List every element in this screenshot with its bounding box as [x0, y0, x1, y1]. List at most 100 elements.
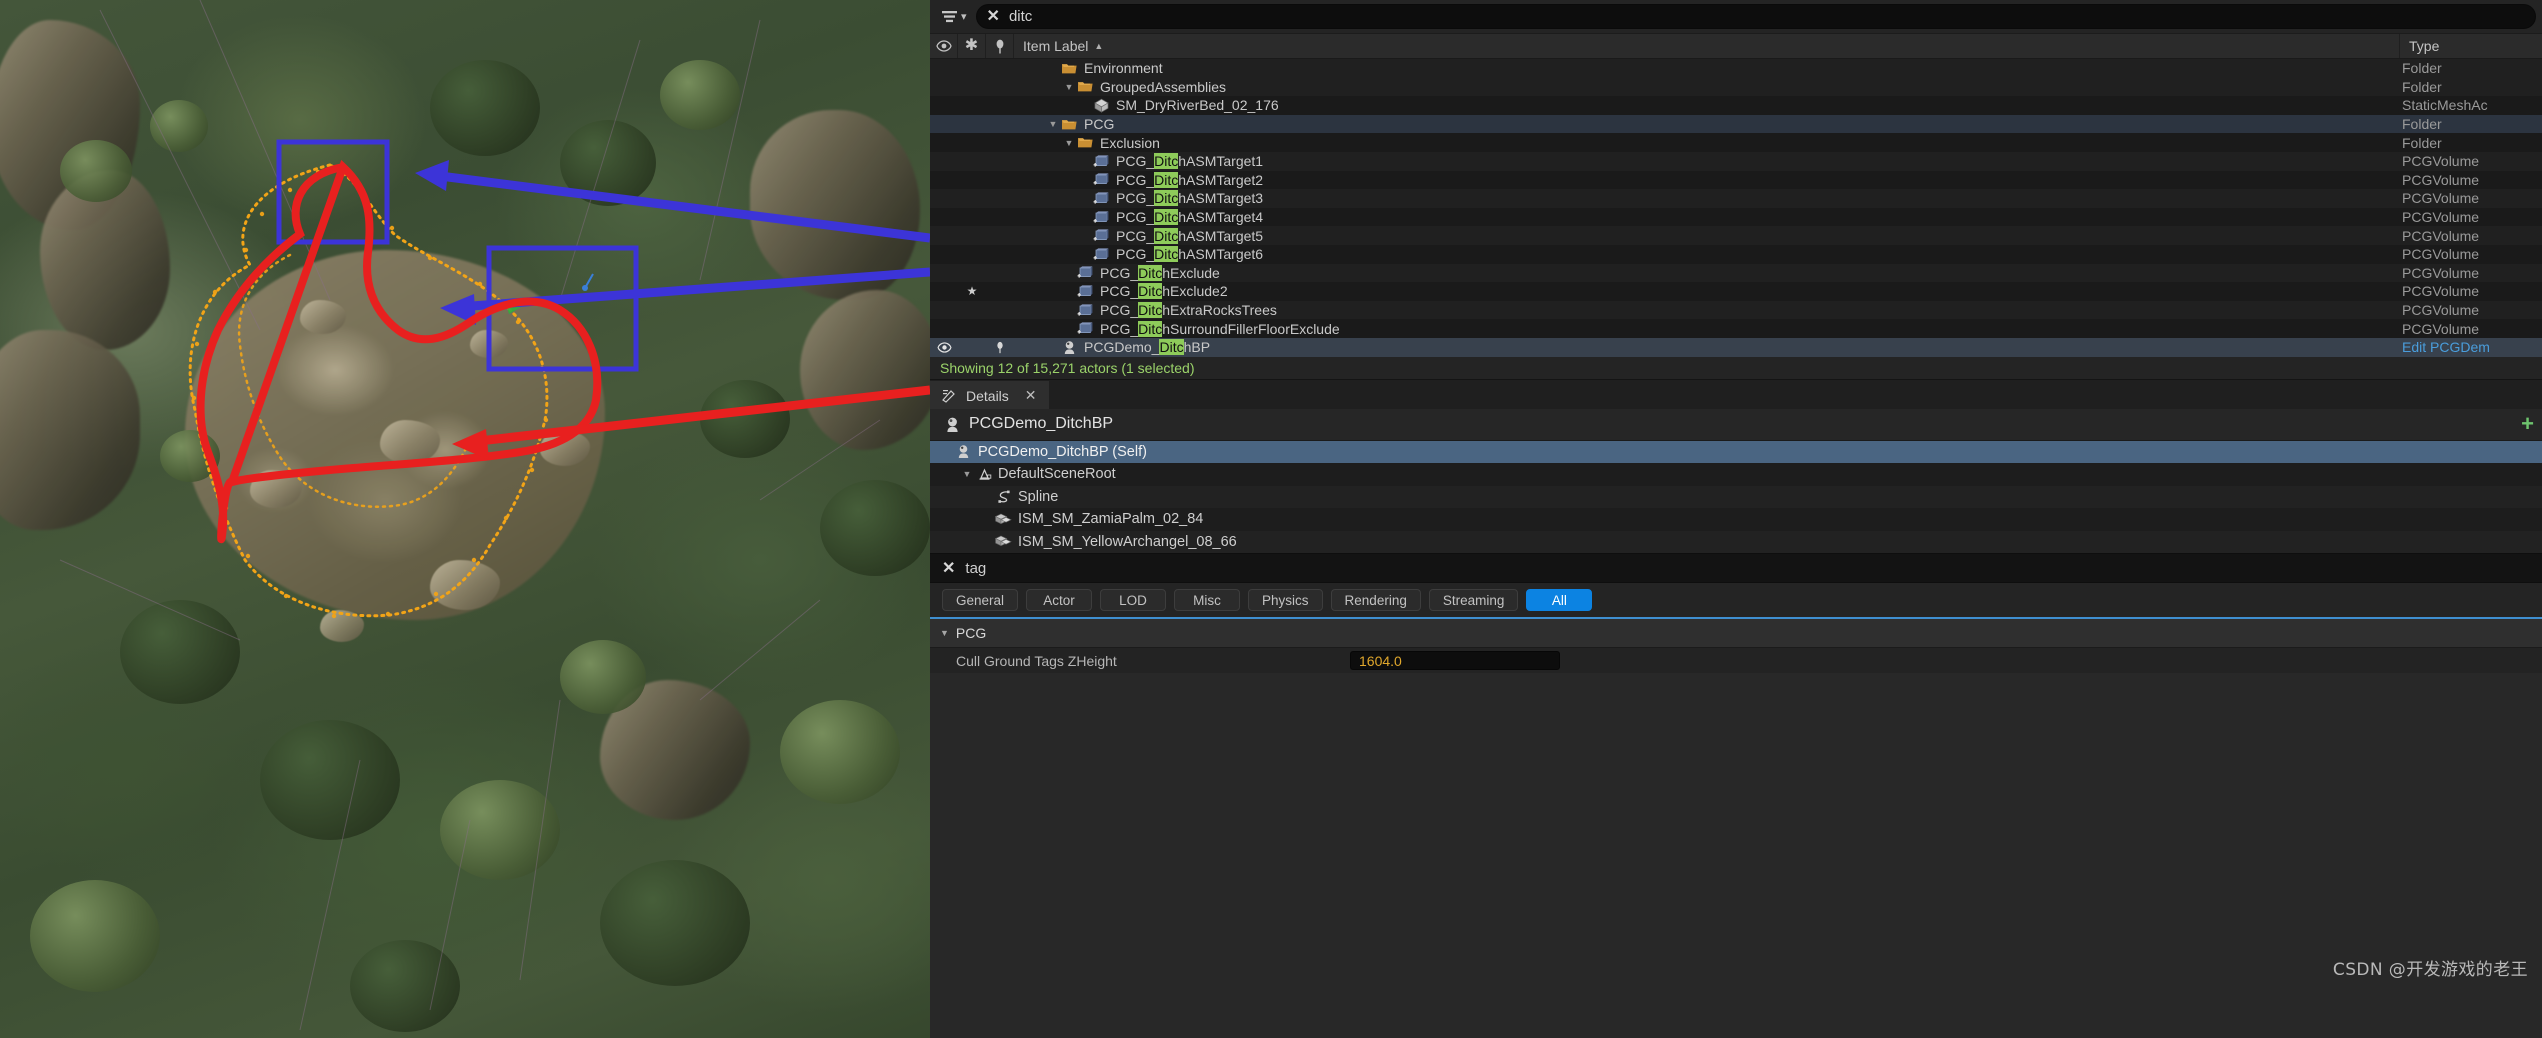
cliff-rock — [800, 290, 930, 450]
row-label-cell[interactable]: ▼PCG_DitchASMTarget1 — [1014, 153, 2400, 170]
filter-tab-physics[interactable]: Physics — [1248, 589, 1323, 611]
clear-search-icon[interactable]: ✕ — [987, 8, 1000, 25]
row-label-cell[interactable]: ▼PCG_DitchASMTarget3 — [1014, 190, 2400, 207]
table-row[interactable]: ▼ Exclusion Folder — [930, 133, 2542, 152]
tree-canopy — [30, 880, 160, 992]
expand-collapse-icon[interactable]: ▼ — [960, 469, 974, 479]
table-row[interactable]: ▼PCG_DitchASMTarget3PCGVolume — [930, 189, 2542, 208]
blueprint-icon — [1060, 340, 1079, 355]
table-row[interactable]: ▼SM_DryRiverBed_02_176StaticMeshAc — [930, 96, 2542, 115]
filter-tab-streaming[interactable]: Streaming — [1428, 589, 1519, 611]
row-label-text: PCG_DitchSurroundFillerFloorExclude — [1100, 320, 1340, 337]
filter-tab-all[interactable]: All — [1526, 589, 1593, 611]
folder-icon — [1060, 117, 1079, 132]
ism-icon — [994, 512, 1013, 527]
table-row[interactable]: ▼PCG_DitchASMTarget6PCGVolume — [930, 244, 2542, 264]
filter-tab-misc[interactable]: Misc — [1174, 589, 1241, 611]
row-type-cell[interactable]: Edit PCGDem — [2400, 339, 2542, 355]
tree-canopy — [600, 860, 750, 986]
clear-details-search-icon[interactable]: ✕ — [942, 558, 955, 578]
row-label-cell[interactable]: ▼ Exclusion — [1014, 135, 2400, 151]
list-item-label: Spline — [1018, 488, 1059, 505]
tree-canopy — [560, 640, 646, 714]
tab-details[interactable]: Details ✕ — [930, 380, 1049, 409]
row-label-cell[interactable]: ▼PCG_DitchExtraRocksTrees — [1014, 302, 2400, 319]
details-object-name: PCGDemo_DitchBP — [969, 415, 1114, 432]
filter-icon — [942, 11, 957, 23]
row-label-cell[interactable]: ▼ PCG — [1014, 116, 2400, 132]
expand-collapse-icon[interactable]: ▼ — [1046, 119, 1060, 129]
expand-collapse-icon[interactable]: ▼ — [1062, 138, 1076, 148]
row-label-cell[interactable]: ▼SM_DryRiverBed_02_176 — [1014, 97, 2400, 113]
row-type-cell: Folder — [2402, 78, 2442, 95]
details-filter-tabs[interactable]: General Actor LOD Misc Physics Rendering Strea… — [930, 583, 2542, 617]
filter-tab-actor[interactable]: Actor — [1026, 589, 1093, 611]
outliner-search-box[interactable]: ✕ ditc — [975, 4, 2536, 29]
outliner-filter-button[interactable]: ▾ — [936, 6, 972, 27]
filter-tab-general[interactable]: General — [942, 589, 1019, 611]
list-item[interactable]: ▼ISM_SM_YellowArchangel_08_66 — [930, 530, 2542, 553]
details-search-box[interactable]: ✕ tag — [930, 553, 2542, 583]
tree-canopy — [780, 700, 900, 804]
table-row[interactable]: ▼EnvironmentFolder — [930, 59, 2542, 78]
tree-canopy — [820, 480, 930, 576]
row-visibility-toggle[interactable] — [930, 342, 958, 353]
row-label-cell[interactable]: ▼PCGDemo_DitchBP — [1014, 339, 2400, 356]
row-label-cell[interactable]: ▼PCG_DitchASMTarget5 — [1014, 227, 2400, 244]
search-input[interactable]: ditc — [1009, 8, 1032, 25]
row-type-cell: PCGVolume — [2402, 227, 2480, 244]
pcg-category-header[interactable]: ▼ PCG — [930, 619, 2542, 647]
property-value-field[interactable]: 1604.0 — [1350, 651, 1560, 670]
row-type-cell: PCGVolume — [2402, 171, 2480, 188]
column-pinned[interactable]: ✱ — [958, 34, 986, 58]
row-type-cell: StaticMeshAc — [2402, 97, 2488, 114]
list-item[interactable]: ▼PCGDemo_DitchBP (Self) — [930, 440, 2542, 463]
tree-canopy — [160, 430, 220, 482]
table-row[interactable]: ▼PCG_DitchSurroundFillerFloorExcludePCGV… — [930, 319, 2542, 338]
row-label-cell[interactable]: ▼PCG_DitchASMTarget2 — [1014, 171, 2400, 188]
row-label-cell[interactable]: ▼PCG_DitchASMTarget6 — [1014, 246, 2400, 263]
list-item[interactable]: ▼ISM_SM_ZamiaPalm_02_84 — [930, 508, 2542, 531]
table-row[interactable]: ▼PCG_DitchExtraRocksTreesPCGVolume — [930, 300, 2542, 320]
row-type-cell: PCGVolume — [2402, 283, 2480, 300]
folder-icon — [1078, 82, 1093, 92]
row-label-cell[interactable]: ▼PCG_DitchExclude2 — [1014, 283, 2400, 300]
table-row[interactable]: ▼ PCG Folder — [930, 114, 2542, 134]
column-actor-type[interactable] — [986, 34, 1014, 58]
table-row[interactable]: ▼PCG_DitchASMTarget5PCGVolume — [930, 226, 2542, 245]
filter-tab-rendering[interactable]: Rendering — [1330, 589, 1421, 611]
row-label-text: GroupedAssemblies — [1100, 78, 1227, 95]
pcg-category-section: ▼ PCG Cull Ground Tags ZHeight 1604.0 CSD… — [930, 617, 2542, 1038]
row-label-cell[interactable]: ▼PCG_DitchSurroundFillerFloorExclude — [1014, 320, 2400, 337]
add-component-button[interactable]: + — [2521, 411, 2534, 437]
row-pin-toggle[interactable]: ★ — [958, 284, 986, 298]
table-row[interactable]: ▼PCG_DitchASMTarget4PCGVolume — [930, 207, 2542, 227]
expand-collapse-icon[interactable]: ▼ — [1062, 82, 1076, 92]
row-type-cell: PCGVolume — [2402, 190, 2480, 207]
component-tree[interactable]: ▼PCGDemo_DitchBP (Self) ▼ DefaultSceneRoot… — [930, 440, 2542, 553]
table-row[interactable]: ▼PCG_DitchASMTarget2PCGVolume — [930, 170, 2542, 190]
row-label-text: PCG_DitchASMTarget5 — [1116, 227, 1264, 244]
table-row[interactable]: ▼PCG_DitchExcludePCGVolume — [930, 263, 2542, 283]
level-viewport[interactable] — [0, 0, 930, 1038]
table-row[interactable]: ▼PCGDemo_DitchBPEdit PCGDem — [930, 337, 2542, 357]
details-search-input[interactable]: tag — [965, 560, 986, 577]
row-label-cell[interactable]: ▼PCG_DitchASMTarget4 — [1014, 209, 2400, 226]
row-label-text: PCG_DitchASMTarget3 — [1116, 190, 1264, 207]
column-type[interactable]: Type — [2400, 34, 2542, 58]
tree-canopy — [560, 120, 656, 206]
table-row[interactable]: ★ ▼PCG_DitchExclude2PCGVolume — [930, 282, 2542, 301]
filter-tab-lod[interactable]: LOD — [1100, 589, 1167, 611]
row-type-cell: PCGVolume — [2402, 264, 2480, 281]
list-item[interactable]: ▼Spline — [930, 485, 2542, 508]
row-label-cell[interactable]: ▼Environment — [1014, 60, 2400, 76]
row-label-cell[interactable]: ▼ GroupedAssemblies — [1014, 79, 2400, 95]
table-row[interactable]: ▼PCG_DitchASMTarget1PCGVolume — [930, 151, 2542, 171]
outliner-tree[interactable]: ▼EnvironmentFolder ▼ GroupedAssemblies Fold… — [930, 59, 2542, 357]
row-label-cell[interactable]: ▼PCG_DitchExclude — [1014, 264, 2400, 281]
column-visibility[interactable] — [930, 34, 958, 58]
column-item-label[interactable]: Item Label ▲ — [1014, 34, 2400, 58]
table-row[interactable]: ▼ GroupedAssemblies Folder — [930, 77, 2542, 97]
close-icon[interactable]: ✕ — [1025, 387, 1037, 404]
list-item[interactable]: ▼ DefaultSceneRoot — [930, 463, 2542, 486]
